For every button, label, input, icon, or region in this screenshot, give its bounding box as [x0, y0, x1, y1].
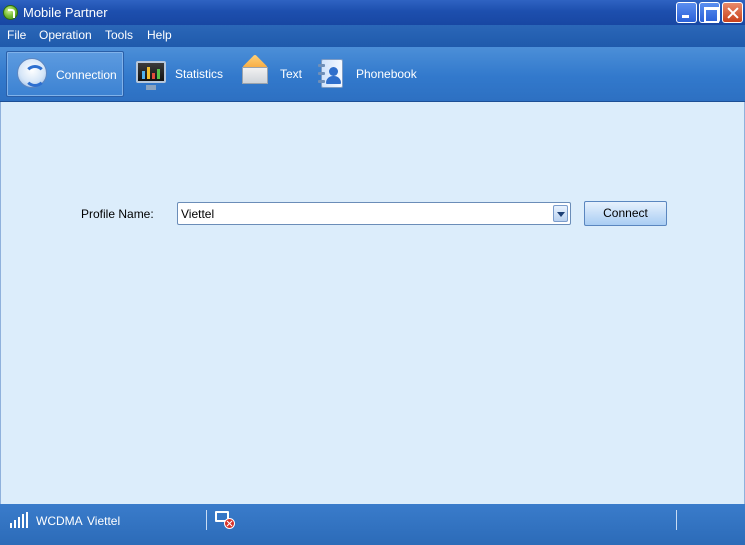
app-logo-icon	[3, 5, 18, 20]
tab-phonebook-label: Phonebook	[356, 67, 417, 81]
menu-bar: File Operation Tools Help	[0, 25, 745, 47]
profile-name-label: Profile Name:	[81, 207, 154, 221]
tab-statistics[interactable]: Statistics	[130, 51, 230, 97]
chevron-down-icon[interactable]	[553, 205, 568, 222]
close-button[interactable]	[722, 2, 743, 23]
title-bar[interactable]: Mobile Partner	[0, 0, 745, 25]
envelope-icon	[241, 54, 271, 87]
profile-name-dropdown[interactable]: Viettel	[177, 202, 571, 225]
tab-text[interactable]: Text	[236, 51, 306, 97]
menu-tools[interactable]: Tools	[104, 28, 134, 42]
minimize-button[interactable]	[676, 2, 697, 23]
profile-name-value: Viettel	[181, 207, 215, 221]
tab-phonebook[interactable]: Phonebook	[314, 51, 426, 97]
phonebook-icon	[318, 59, 348, 89]
network-type: WCDMA	[36, 514, 83, 528]
status-bar: WCDMA Viettel	[0, 504, 745, 545]
signal-strength-icon	[10, 512, 30, 528]
menu-help[interactable]: Help	[146, 28, 173, 42]
tab-connection[interactable]: Connection	[6, 51, 124, 97]
menu-file[interactable]: File	[6, 28, 27, 42]
operator-name: Viettel	[87, 514, 121, 528]
toolbar: Connection Statistics Text Phonebook	[0, 47, 745, 102]
tab-text-label: Text	[280, 67, 303, 81]
connect-button[interactable]: Connect	[584, 201, 667, 226]
menu-operation[interactable]: Operation	[38, 28, 93, 42]
disconnected-icon	[215, 511, 235, 529]
status-divider	[676, 510, 677, 530]
statistics-icon	[136, 61, 166, 90]
window-title: Mobile Partner	[23, 5, 108, 20]
tab-connection-label: Connection	[56, 68, 117, 82]
connection-icon	[17, 58, 47, 88]
status-divider	[206, 510, 207, 530]
connection-panel: Profile Name: Viettel Connect	[0, 102, 745, 504]
tab-statistics-label: Statistics	[175, 67, 224, 81]
maximize-button[interactable]	[699, 2, 720, 23]
